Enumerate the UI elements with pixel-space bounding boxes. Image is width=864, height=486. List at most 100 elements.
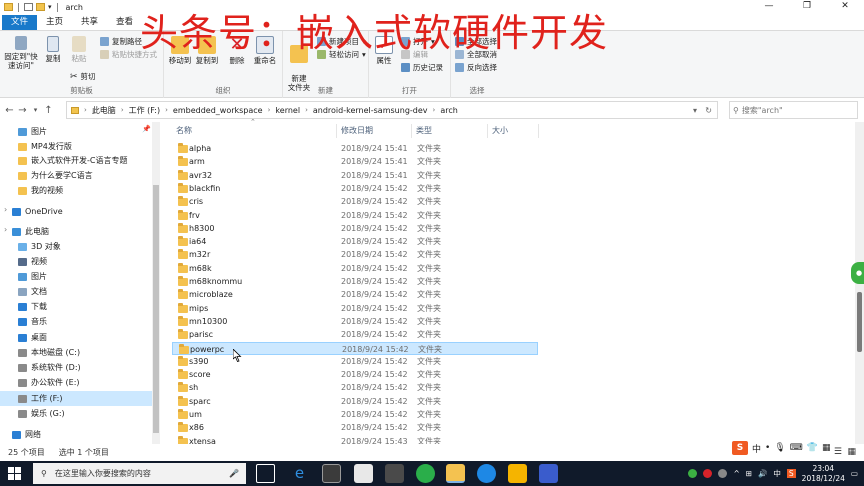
nav-item[interactable]: 工作 (F:) — [0, 391, 152, 406]
expand-chevron-icon[interactable]: › — [4, 205, 7, 214]
nav-item[interactable]: 嵌入式软件开发-C语言专题 — [0, 153, 127, 168]
sogou-ime-icon[interactable]: S — [732, 441, 748, 455]
microphone-icon[interactable]: 🎤 — [229, 469, 239, 478]
nav-item[interactable]: 我的视频 — [0, 183, 63, 198]
editor-app-icon[interactable] — [539, 464, 558, 483]
calculator-app-icon[interactable] — [385, 464, 404, 483]
address-bar[interactable]: › 此电脑 › 工作 (F:) › embedded_workspace › k… — [66, 101, 718, 119]
nav-item[interactable]: 娱乐 (G:) — [0, 406, 65, 421]
nav-item[interactable]: 办公软件 (E:) — [0, 375, 80, 390]
search-input[interactable]: 搜索"arch" — [742, 105, 783, 116]
network-tray-icon[interactable]: ⊞ — [746, 469, 752, 478]
floating-widget-icon[interactable]: ● — [851, 262, 864, 284]
nav-item[interactable]: 为什么要学C语言 — [0, 168, 93, 183]
column-header-modified[interactable]: 修改日期 — [341, 124, 373, 138]
paste-button[interactable]: 粘贴 — [67, 36, 91, 63]
file-row[interactable]: microblaze 2018/9/24 15:42 文件夹 — [172, 288, 538, 301]
file-row[interactable]: s390 2018/9/24 15:42 文件夹 — [172, 355, 538, 368]
nav-item[interactable]: 3D 对象 — [0, 239, 61, 254]
nav-item[interactable]: 视频 — [0, 254, 47, 269]
pin-icon[interactable]: 📌 — [142, 125, 151, 133]
nav-item[interactable]: 系统软件 (D:) — [0, 360, 81, 375]
history-button[interactable]: 历史记录 — [401, 62, 443, 73]
properties-icon[interactable] — [24, 3, 33, 11]
column-header-size[interactable]: 大小 — [492, 124, 508, 138]
column-header-name[interactable]: 名称 — [176, 124, 192, 138]
tools-icon[interactable]: ▦ — [822, 443, 831, 453]
nav-item[interactable]: OneDrive — [0, 204, 63, 219]
cut-button[interactable]: ✂ 剪切 — [70, 71, 96, 82]
file-row[interactable]: ia64 2018/9/24 15:42 文件夹 — [172, 235, 538, 248]
file-row[interactable]: sh 2018/9/24 15:42 文件夹 — [172, 381, 538, 394]
scroll-thumb[interactable] — [153, 185, 159, 433]
search-box[interactable]: ⚲ 搜索"arch" — [729, 101, 858, 119]
tray-lang[interactable]: 中 — [773, 468, 781, 479]
windows-start-icon[interactable] — [8, 467, 21, 480]
tab-home[interactable]: 主页 — [37, 15, 72, 30]
file-row[interactable]: mips 2018/9/24 15:42 文件夹 — [172, 302, 538, 315]
nav-scrollbar[interactable] — [152, 122, 160, 444]
breadcrumb-drive-f[interactable]: 工作 (F:) — [129, 105, 160, 116]
antivirus-tray-icon[interactable] — [703, 469, 713, 478]
invert-selection-button[interactable]: 反向选择 — [455, 62, 497, 73]
file-explorer-app-icon[interactable] — [446, 464, 465, 483]
nav-item[interactable]: 此电脑 — [0, 224, 49, 239]
file-row[interactable]: parisc 2018/9/24 15:42 文件夹 — [172, 328, 538, 341]
file-row[interactable]: avr32 2018/9/24 15:41 文件夹 — [172, 169, 538, 182]
expand-chevron-icon[interactable]: › — [4, 225, 7, 234]
breadcrumb-android-kernel[interactable]: android-kernel-samsung-dev — [313, 106, 428, 115]
punctuation-icon[interactable]: • — [765, 443, 770, 453]
file-row[interactable]: mn10300 2018/9/24 15:42 文件夹 — [172, 315, 538, 328]
file-row[interactable]: um 2018/9/24 15:42 文件夹 — [172, 408, 538, 421]
nav-item[interactable]: 音乐 — [0, 314, 47, 329]
up-arrow-icon[interactable]: ↑ — [42, 105, 55, 116]
wechat-app-icon[interactable] — [416, 464, 435, 483]
file-row[interactable]: powerpc 2018/9/24 15:42 文件夹 — [172, 341, 538, 355]
close-button[interactable]: ✕ — [826, 0, 864, 14]
media-app-icon[interactable] — [322, 464, 341, 483]
edge-browser-icon[interactable]: e — [290, 464, 309, 483]
tab-share[interactable]: 共享 — [72, 15, 107, 30]
recent-chevron-icon[interactable]: ▾ — [29, 106, 42, 114]
file-row[interactable]: cris 2018/9/24 15:42 文件夹 — [172, 195, 538, 208]
tab-view[interactable]: 查看 — [107, 15, 142, 30]
notification-icon[interactable]: ▭ — [851, 469, 858, 478]
copy-button[interactable]: 复制 — [41, 36, 65, 63]
nav-item[interactable]: 下载 — [0, 299, 47, 314]
security-tray-icon[interactable] — [688, 469, 698, 478]
skin-icon[interactable]: 👕 — [807, 443, 818, 453]
nav-item[interactable]: 本地磁盘 (C:) — [0, 345, 80, 360]
back-arrow-icon[interactable]: ← — [3, 105, 16, 116]
chevron-down-icon[interactable]: ▾ — [48, 3, 52, 11]
maximize-button[interactable]: ❐ — [788, 0, 826, 14]
pin-quick-access-button[interactable]: 固定到"快速访问" — [2, 36, 40, 70]
file-row[interactable]: sparc 2018/9/24 15:42 文件夹 — [172, 395, 538, 408]
file-row[interactable]: frv 2018/9/24 15:42 文件夹 — [172, 209, 538, 222]
voice-icon[interactable]: 🎙 — [774, 443, 785, 453]
tiles-view-icon[interactable]: ▦ — [847, 447, 856, 457]
nav-item[interactable]: MP4发行版 — [0, 139, 72, 154]
refresh-icon[interactable]: ↻ — [705, 106, 712, 115]
taskbar-search[interactable]: ⚲ 在这里输入你要搜索的内容 🎤 — [33, 463, 246, 484]
cloud-tray-icon[interactable] — [718, 469, 728, 478]
forward-arrow-icon[interactable]: → — [16, 105, 29, 116]
sogou-tray-icon[interactable]: S — [786, 469, 796, 478]
chevron-down-icon[interactable]: ▾ — [693, 106, 697, 115]
clock[interactable]: 23:04 2018/12/24 — [802, 464, 845, 484]
column-header-type[interactable]: 类型 — [416, 124, 432, 138]
file-row[interactable]: m68knommu 2018/9/24 15:42 文件夹 — [172, 275, 538, 288]
nav-item[interactable]: 文档 — [0, 284, 47, 299]
nav-item[interactable]: 桌面 — [0, 330, 47, 345]
file-row[interactable]: score 2018/9/24 15:42 文件夹 — [172, 368, 538, 381]
breadcrumb-this-pc[interactable]: 此电脑 — [92, 105, 116, 116]
keyboard-icon[interactable]: ⌨ — [790, 443, 803, 453]
task-view-icon[interactable] — [256, 464, 275, 483]
ime-lang[interactable]: 中 — [752, 442, 761, 455]
nav-item[interactable]: 图片 — [0, 269, 47, 284]
nav-item[interactable]: 图片 — [0, 124, 47, 139]
file-row[interactable]: m68k 2018/9/24 15:42 文件夹 — [172, 262, 538, 275]
file-row[interactable]: arm 2018/9/24 15:41 文件夹 — [172, 155, 538, 168]
details-view-icon[interactable]: ☰ — [834, 447, 842, 457]
volume-icon[interactable]: 🔊 — [758, 469, 767, 478]
scroll-thumb[interactable] — [857, 292, 862, 352]
